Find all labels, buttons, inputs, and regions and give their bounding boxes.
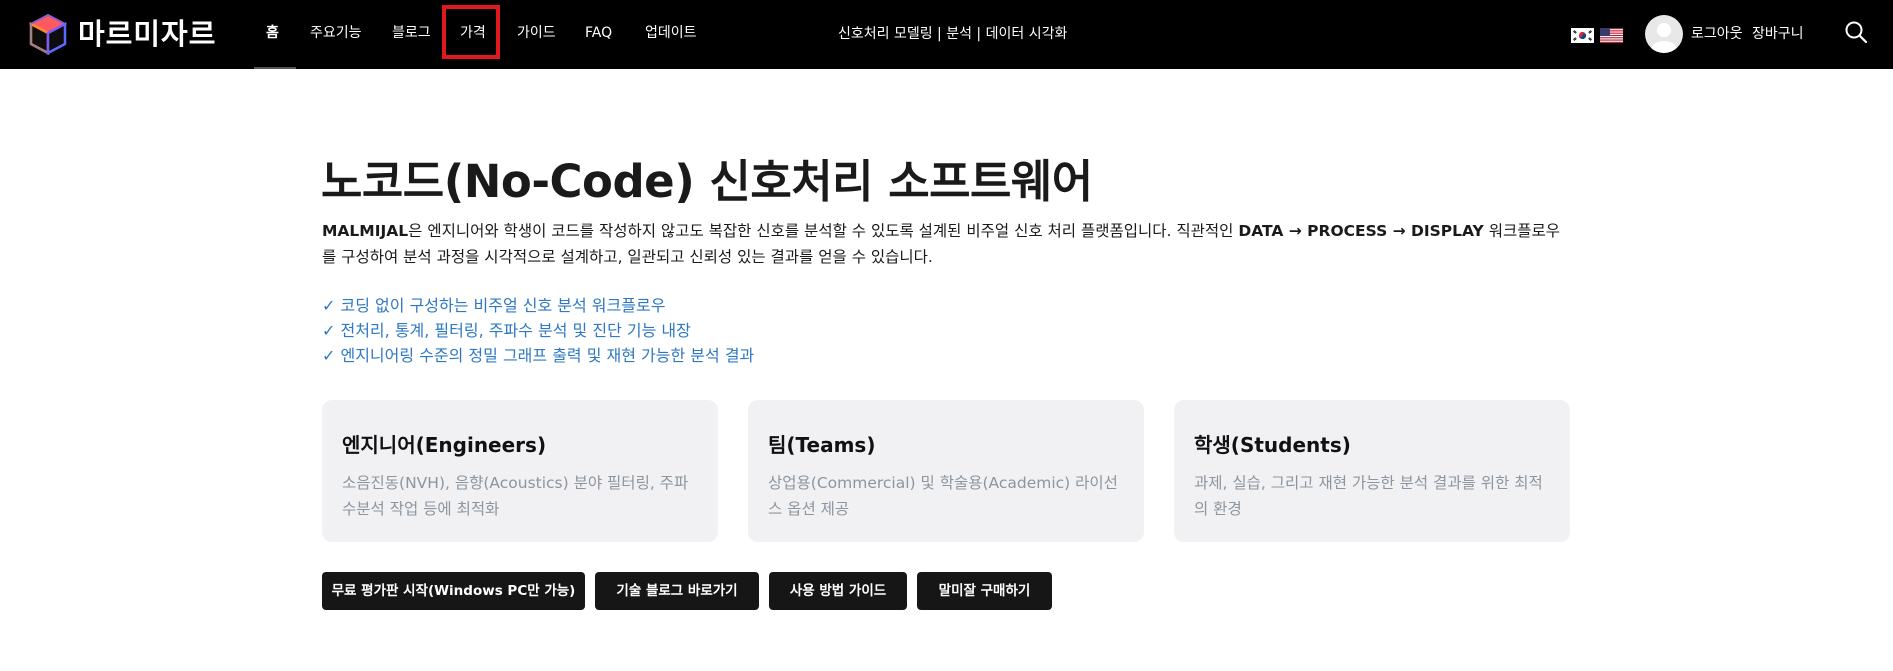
user-avatar[interactable] <box>1645 15 1683 53</box>
usage-guide-button[interactable]: 사용 방법 가이드 <box>769 572 907 610</box>
card-title: 팀(Teams) <box>768 433 876 457</box>
feature-item: ✓ 코딩 없이 구성하는 비주얼 신호 분석 워크플로우 <box>322 296 666 315</box>
nav-home[interactable]: 홈 <box>266 22 279 44</box>
card-description: 과제, 실습, 그리고 재현 가능한 분석 결과를 위한 최적의 환경 <box>1194 474 1543 518</box>
korea-flag-icon[interactable] <box>1571 28 1594 43</box>
card-description: 상업용(Commercial) 및 학술용(Academic) 라이선스 옵션 … <box>768 474 1118 518</box>
card-engineers: 엔지니어(Engineers) 소음진동(NVH), 음향(Acoustics)… <box>322 400 718 542</box>
cube-logo-icon <box>28 13 68 55</box>
nav-guide[interactable]: 가이드 <box>517 22 556 44</box>
page-title: 노코드(No-Code) 신호처리 소프트웨어 <box>321 155 1093 208</box>
description-text-1: 은 엔지니어와 학생이 코드를 작성하지 않고도 복잡한 신호를 분석할 수 있… <box>408 222 1239 240</box>
card-description: 소음진동(NVH), 음향(Acoustics) 분야 필터링, 주파수분석 작… <box>342 474 689 518</box>
active-nav-indicator <box>254 67 296 69</box>
nav-blog[interactable]: 블로그 <box>392 22 431 44</box>
card-teams: 팀(Teams) 상업용(Commercial) 및 학술용(Academic)… <box>748 400 1144 542</box>
feature-item: ✓ 엔지니어링 수준의 정밀 그래프 출력 및 재현 가능한 분석 결과 <box>322 346 755 365</box>
purchase-button[interactable]: 말미잘 구매하기 <box>917 572 1052 610</box>
feature-item: ✓ 전처리, 통계, 필터링, 주파수 분석 및 진단 기능 내장 <box>322 321 691 340</box>
nav-updates[interactable]: 업데이트 <box>645 22 697 44</box>
free-trial-button[interactable]: 무료 평가판 시작(Windows PC만 가능) <box>322 572 585 610</box>
card-title: 엔지니어(Engineers) <box>342 433 547 457</box>
workflow-text: DATA → PROCESS → DISPLAY <box>1238 222 1484 240</box>
search-icon[interactable] <box>1843 19 1869 45</box>
top-navigation-bar: 마르미자르 홈 주요기능 블로그 가격 가이드 FAQ 업데이트 신호처리 모델… <box>0 0 1893 69</box>
tech-blog-button[interactable]: 기술 블로그 바로가기 <box>595 572 759 610</box>
brand-name: 마르미자르 <box>78 17 217 51</box>
brand-name-inline: MALMIJAL <box>322 222 409 240</box>
hero-description: MALMIJAL은 엔지니어와 학생이 코드를 작성하지 않고도 복잡한 신호를… <box>322 218 1572 270</box>
user-silhouette-icon <box>1651 23 1677 53</box>
cart-link[interactable]: 장바구니 <box>1752 23 1804 45</box>
card-title: 학생(Students) <box>1194 433 1351 457</box>
us-flag-icon[interactable] <box>1600 28 1623 43</box>
feature-list: ✓ 코딩 없이 구성하는 비주얼 신호 분석 워크플로우 ✓ 전처리, 통계, … <box>322 293 754 368</box>
card-students: 학생(Students) 과제, 실습, 그리고 재현 가능한 분석 결과를 위… <box>1174 400 1570 542</box>
header-tagline: 신호처리 모델링 | 분석 | 데이터 시각화 <box>838 26 1068 42</box>
brand-logo-link[interactable]: 마르미자르 <box>28 13 216 55</box>
pricing-highlight-box <box>442 5 500 59</box>
nav-faq[interactable]: FAQ <box>585 22 612 44</box>
logout-link[interactable]: 로그아웃 <box>1691 23 1743 45</box>
nav-features[interactable]: 주요기능 <box>310 22 362 44</box>
